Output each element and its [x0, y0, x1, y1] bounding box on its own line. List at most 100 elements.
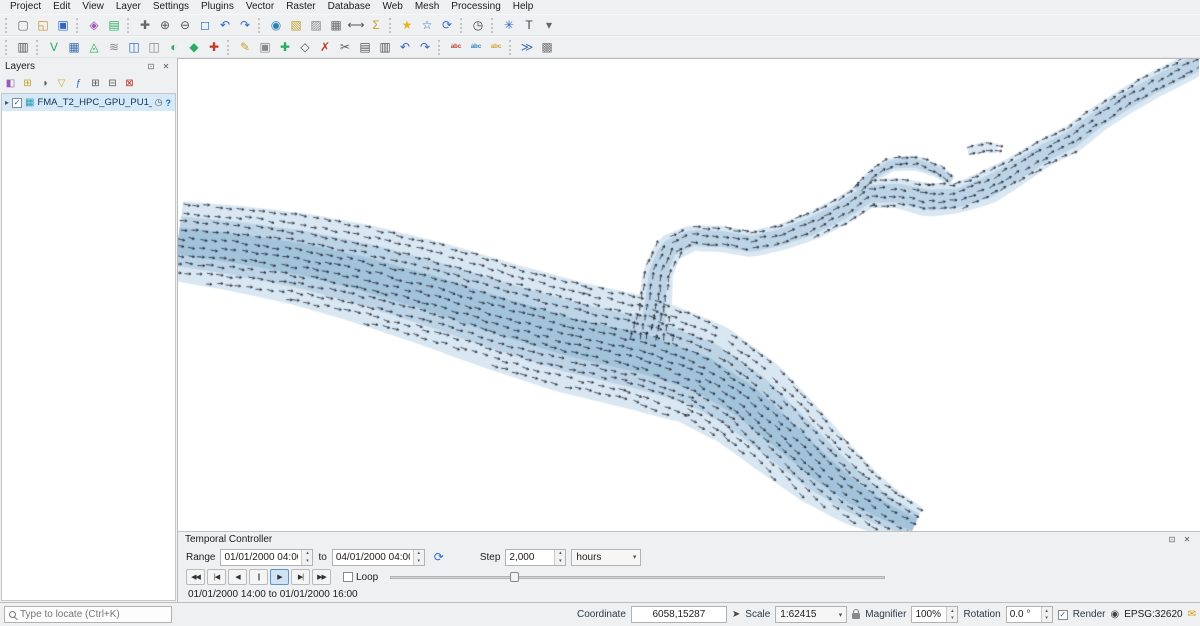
add-raster-layer-icon[interactable]: ▦ — [65, 38, 83, 56]
menu-view[interactable]: View — [76, 0, 110, 14]
show-bookmarks-icon[interactable]: ☆ — [418, 16, 436, 34]
loop-control[interactable]: Loop — [343, 572, 378, 583]
step-forward-button[interactable]: ▶| — [291, 569, 310, 585]
undo-icon[interactable]: ↶ — [396, 38, 414, 56]
add-mesh-layer-icon[interactable]: ◬ — [85, 38, 103, 56]
open-layer-styling-icon[interactable]: ◧ — [3, 76, 18, 91]
filter-legend-icon[interactable]: ▽ — [54, 76, 69, 91]
panel-close-icon[interactable]: ✕ — [1181, 533, 1193, 545]
magnifier-spinners[interactable]: ▴ ▾ — [946, 607, 957, 622]
temporal-controller-icon[interactable]: ◷ — [469, 16, 487, 34]
add-group-icon[interactable]: ⊞ — [20, 76, 35, 91]
toolbox-icon[interactable]: ▩ — [538, 38, 556, 56]
skip-to-start-button[interactable]: |◀ — [207, 569, 226, 585]
menu-layer[interactable]: Layer — [110, 0, 147, 14]
crs-icon[interactable]: ◉ — [1111, 609, 1120, 620]
layer-labeling-icon[interactable]: abc — [447, 38, 465, 56]
vertex-tool-icon[interactable]: ◇ — [296, 38, 314, 56]
range-end-input[interactable] — [333, 552, 413, 563]
spin-up-icon[interactable]: ▴ — [555, 550, 565, 558]
spin-up-icon[interactable]: ▴ — [302, 550, 312, 558]
locator-search[interactable] — [4, 606, 172, 623]
zoom-out-icon[interactable]: ⊖ — [176, 16, 194, 34]
crs-value[interactable]: EPSG:32620 — [1124, 609, 1182, 620]
select-features-icon[interactable]: ▧ — [287, 16, 305, 34]
add-delimited-text-icon[interactable]: ≋ — [105, 38, 123, 56]
save-project-icon[interactable]: ▣ — [54, 16, 72, 34]
fast-forward-button[interactable]: ▶▶ — [312, 569, 331, 585]
range-start-input[interactable] — [221, 552, 301, 563]
messages-icon[interactable]: ✉ — [1188, 609, 1196, 620]
delete-selected-icon[interactable]: ✗ — [316, 38, 334, 56]
map-view[interactable] — [178, 58, 1200, 531]
identify-features-icon[interactable]: ◉ — [267, 16, 285, 34]
new-shapefile-icon[interactable]: ✚ — [205, 38, 223, 56]
spin-up-icon[interactable]: ▴ — [947, 607, 957, 615]
new-bookmark-icon[interactable]: ★ — [398, 16, 416, 34]
zoom-full-icon[interactable]: ◻ — [196, 16, 214, 34]
spin-up-icon[interactable]: ▴ — [1042, 607, 1052, 615]
spin-down-icon[interactable]: ▾ — [947, 615, 957, 623]
time-slider-track[interactable] — [390, 576, 885, 579]
text-annotation-icon[interactable]: T — [520, 16, 538, 34]
menu-raster[interactable]: Raster — [280, 0, 321, 14]
menu-processing[interactable]: Processing — [445, 0, 506, 14]
menu-plugins[interactable]: Plugins — [195, 0, 240, 14]
range-end-spinners[interactable]: ▴ ▾ — [413, 550, 424, 565]
layer-name[interactable]: FMA_T2_HPC_GPU_PU1_10 — [37, 97, 151, 108]
zoom-in-icon[interactable]: ⊕ — [156, 16, 174, 34]
loop-checkbox[interactable] — [343, 572, 353, 582]
menu-web[interactable]: Web — [376, 0, 408, 14]
add-wms-layer-icon[interactable]: ◐ — [165, 38, 183, 56]
temporal-indicator-icon[interactable]: ◷ — [155, 97, 163, 108]
refresh-range-icon[interactable]: ⟳ — [430, 549, 448, 566]
step-spinners[interactable]: ▴ ▾ — [554, 550, 565, 565]
layout-manager-icon[interactable]: ▤ — [105, 16, 123, 34]
remove-layer-icon[interactable]: ⊠ — [122, 76, 137, 91]
filter-by-expression-icon[interactable]: ƒ — [71, 76, 86, 91]
panel-close-icon[interactable]: ✕ — [160, 60, 172, 72]
statistics-icon[interactable]: Σ — [367, 16, 385, 34]
collapse-all-icon[interactable]: ⊟ — [105, 76, 120, 91]
data-source-manager-icon[interactable]: ▥ — [14, 38, 32, 56]
toggle-editing-icon[interactable]: ✎ — [236, 38, 254, 56]
menu-settings[interactable]: Settings — [147, 0, 195, 14]
time-slider-handle[interactable] — [510, 572, 519, 582]
paste-features-icon[interactable]: ▥ — [376, 38, 394, 56]
menu-mesh[interactable]: Mesh — [409, 0, 445, 14]
python-console-icon[interactable]: ≫ — [518, 38, 536, 56]
rotation-spinbox[interactable]: 0.0 ° ▴ ▾ — [1006, 606, 1053, 623]
magnifier-spinbox[interactable]: 100% ▴ ▾ — [911, 606, 958, 623]
pan-map-icon[interactable]: ✚ — [136, 16, 154, 34]
layer-row[interactable]: ▸ ✓ ▦ FMA_T2_HPC_GPU_PU1_10 ◷ ? — [2, 94, 175, 111]
spin-up-icon[interactable]: ▴ — [414, 550, 424, 558]
add-vector-layer-icon[interactable]: V — [45, 38, 63, 56]
coordinate-box[interactable]: 6058,15287 — [631, 606, 727, 623]
step-unit-combo[interactable]: hours ▾ — [571, 549, 641, 566]
rewind-button[interactable]: ◀◀ — [186, 569, 205, 585]
rotation-spinners[interactable]: ▴ ▾ — [1041, 607, 1052, 622]
step-back-button[interactable]: ◀ — [228, 569, 247, 585]
add-spatialite-layer-icon[interactable]: ◫ — [145, 38, 163, 56]
add-postgis-layer-icon[interactable]: ◫ — [125, 38, 143, 56]
new-project-icon[interactable]: ▢ — [14, 16, 32, 34]
step-input[interactable] — [506, 552, 554, 563]
expand-all-icon[interactable]: ⊞ — [88, 76, 103, 91]
label-highlight-icon[interactable]: abc — [487, 38, 505, 56]
locator-input[interactable] — [20, 609, 167, 620]
menu-help[interactable]: Help — [507, 0, 540, 14]
manage-map-themes-icon[interactable]: ◑ — [37, 76, 52, 91]
menu-vector[interactable]: Vector — [240, 0, 280, 14]
menu-project[interactable]: Project — [4, 0, 47, 14]
render-checkbox[interactable]: ✓ — [1058, 610, 1068, 620]
extents-toggle-icon[interactable]: ➤ — [732, 609, 740, 620]
processing-toolbox-icon[interactable]: ✳ — [500, 16, 518, 34]
expand-arrow-icon[interactable]: ▸ — [5, 98, 9, 107]
time-slider[interactable] — [390, 571, 885, 583]
save-edits-icon[interactable]: ▣ — [256, 38, 274, 56]
measure-line-icon[interactable]: ⟷ — [347, 16, 365, 34]
panel-float-icon[interactable]: ⊡ — [1166, 533, 1178, 545]
menu-database[interactable]: Database — [322, 0, 377, 14]
deselect-features-icon[interactable]: ▨ — [307, 16, 325, 34]
range-start-spinners[interactable]: ▴ ▾ — [301, 550, 312, 565]
